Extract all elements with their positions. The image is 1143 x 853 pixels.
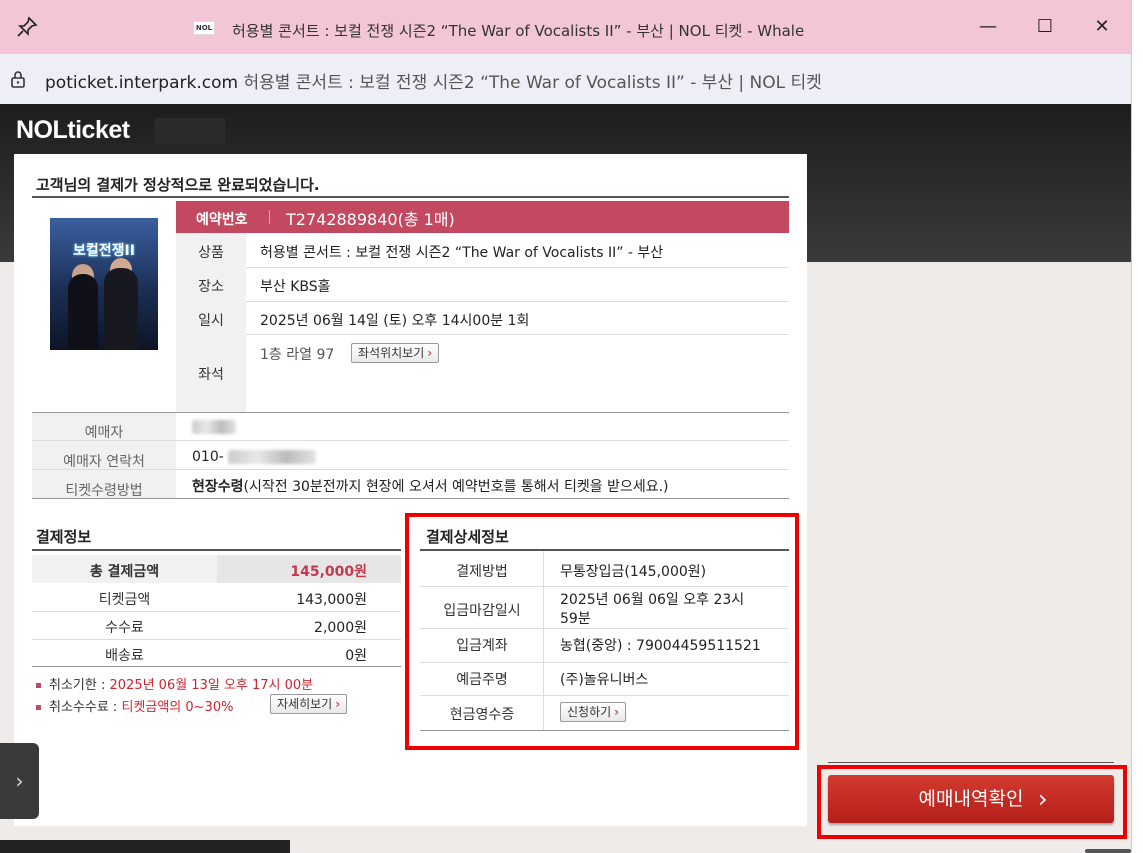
ticket-amount-label: 티켓금액 bbox=[98, 592, 151, 608]
delivery-value: 0원 bbox=[345, 648, 367, 664]
buyer-name-blurred bbox=[192, 420, 236, 434]
poster-title: 보컬전쟁II bbox=[73, 243, 135, 259]
product-label: 상품 bbox=[198, 245, 224, 261]
url-page-title: 허용별 콘서트 : 보컬 전쟁 시즌2 “The War of Vocalist… bbox=[238, 73, 822, 93]
venue-label: 장소 bbox=[198, 279, 224, 295]
chevron-right-icon: › bbox=[1038, 785, 1048, 813]
divider bbox=[32, 549, 401, 551]
payment-info-title: 결제정보 bbox=[36, 528, 92, 546]
side-expand-tab[interactable]: › bbox=[0, 743, 39, 819]
seat-location-button[interactable]: 좌석위치보기 › bbox=[351, 343, 440, 363]
section-divider bbox=[32, 666, 401, 667]
view-reservation-button[interactable]: 예매내역확인 › bbox=[828, 775, 1114, 823]
header-blurred-area bbox=[155, 118, 225, 144]
total-amount-label: 총 결제금액 bbox=[89, 564, 160, 580]
seat-value: 1층 라열 97 bbox=[260, 347, 335, 363]
cancel-fee-value: 티켓금액의 0~30% bbox=[121, 700, 234, 715]
cancel-deadline-value: 2025년 06월 13일 오후 17시 00분 bbox=[109, 678, 314, 693]
separator bbox=[269, 210, 270, 224]
bullet-icon bbox=[36, 705, 41, 710]
buyer-name-label: 예매자 bbox=[84, 425, 124, 441]
view-reservation-button-label: 예매내역확인 bbox=[918, 788, 1024, 810]
delivery-label: 배송료 bbox=[105, 648, 144, 664]
cancel-fee-label: 취소수수료 : bbox=[49, 700, 122, 715]
venue-value: 부산 KBS홀 bbox=[260, 279, 331, 295]
reservation-number-bar: 예약번호 T2742889840(총 1매) bbox=[176, 201, 789, 233]
url-text[interactable]: poticket.interpark.com 허용별 콘서트 : 보컬 전쟁 시… bbox=[45, 68, 822, 93]
cancel-detail-button-label: 자세히보기 bbox=[277, 697, 333, 711]
chevron-right-icon: › bbox=[427, 346, 433, 360]
fee-value: 2,000원 bbox=[314, 620, 367, 636]
row-divider bbox=[246, 267, 789, 268]
row-divider bbox=[32, 440, 789, 441]
poster-figure bbox=[68, 274, 98, 350]
ticket-method-value: 현장수령(시작전 30분전까지 현장에 오셔서 예약번호를 통해서 티켓을 받으… bbox=[192, 476, 669, 496]
pin-icon[interactable] bbox=[16, 16, 38, 38]
product-value: 허용별 콘서트 : 보컬 전쟁 시즌2 “The War of Vocalist… bbox=[260, 245, 664, 261]
lock-icon bbox=[11, 71, 25, 88]
cancel-deadline-label: 취소기한 : bbox=[49, 678, 110, 693]
address-bar[interactable]: poticket.interpark.com 허용별 콘서트 : 보컬 전쟁 시… bbox=[0, 54, 1131, 104]
complete-message: 고객님의 결제가 정상적으로 완료되었습니다. bbox=[36, 176, 320, 194]
window-titlebar: NOL 허용별 콘서트 : 보컬 전쟁 시즌2 “The War of Voca… bbox=[0, 0, 1131, 54]
divider bbox=[32, 196, 789, 198]
seat-label: 좌석 bbox=[198, 367, 224, 383]
close-button[interactable]: ✕ bbox=[1089, 14, 1115, 40]
scroll-indicator bbox=[1085, 849, 1131, 853]
cancel-deadline-note: 취소기한 : 2025년 06월 13일 오후 17시 00분 bbox=[36, 674, 313, 693]
ticket-amount-value: 143,000원 bbox=[296, 592, 367, 608]
fee-row: 수수료 2,000원 bbox=[32, 611, 401, 639]
total-amount-row: 총 결제금액 145,000원 bbox=[32, 555, 401, 583]
fee-label: 수수료 bbox=[105, 620, 144, 636]
ticket-method-bold: 현장수령 bbox=[192, 479, 244, 495]
date-label: 일시 bbox=[198, 313, 224, 329]
cancel-fee-note: 취소수수료 : 티켓금액의 0~30% bbox=[36, 696, 233, 715]
site-favicon-icon: NOL bbox=[193, 21, 215, 35]
buyer-contact-blurred bbox=[228, 450, 316, 464]
section-divider bbox=[32, 498, 789, 499]
row-divider bbox=[246, 301, 789, 302]
cancel-detail-button[interactable]: 자세히보기 › bbox=[270, 694, 348, 714]
total-amount-value: 145,000원 bbox=[290, 564, 367, 580]
page-content: NOLticket 고객님의 결제가 정상적으로 완료되었습니다. 보컬전쟁II… bbox=[0, 104, 1131, 853]
button-area-divider bbox=[828, 762, 1114, 763]
nol-ticket-logo: NOLticket bbox=[16, 116, 130, 144]
row-divider bbox=[246, 334, 789, 335]
payment-detail-highlight bbox=[405, 513, 799, 750]
date-value: 2025년 06월 14일 (토) 오후 14시00분 1회 bbox=[260, 313, 530, 329]
buyer-contact-prefix: 010- bbox=[192, 449, 224, 465]
row-divider bbox=[32, 469, 789, 470]
reservation-number: T2742889840(총 1매) bbox=[286, 210, 455, 229]
minimize-button[interactable]: — bbox=[975, 14, 1001, 40]
seat-location-button-label: 좌석위치보기 bbox=[358, 346, 425, 360]
ticket-method-desc: (시작전 30분전까지 현장에 오셔서 예약번호를 통해서 티켓을 받으세요.) bbox=[243, 479, 669, 495]
url-host: poticket.interpark.com bbox=[45, 73, 239, 93]
concert-poster: 보컬전쟁II bbox=[50, 218, 158, 350]
delivery-row: 배송료 0원 bbox=[32, 639, 401, 667]
bullet-icon bbox=[36, 683, 41, 688]
window-title: 허용별 콘서트 : 보컬 전쟁 시즌2 “The War of Vocalist… bbox=[232, 22, 805, 40]
reservation-number-label: 예약번호 bbox=[196, 212, 248, 228]
poster-figure bbox=[104, 268, 138, 350]
buyer-contact-label: 예매자 연락처 bbox=[63, 454, 145, 470]
ticket-method-label: 티켓수령방법 bbox=[65, 483, 143, 499]
ticket-amount-row: 티켓금액 143,000원 bbox=[32, 583, 401, 611]
background-image-strip bbox=[0, 840, 290, 853]
background-window-edge bbox=[1131, 0, 1143, 853]
maximize-button[interactable]: ☐ bbox=[1032, 14, 1058, 40]
chevron-right-icon: › bbox=[335, 697, 341, 711]
